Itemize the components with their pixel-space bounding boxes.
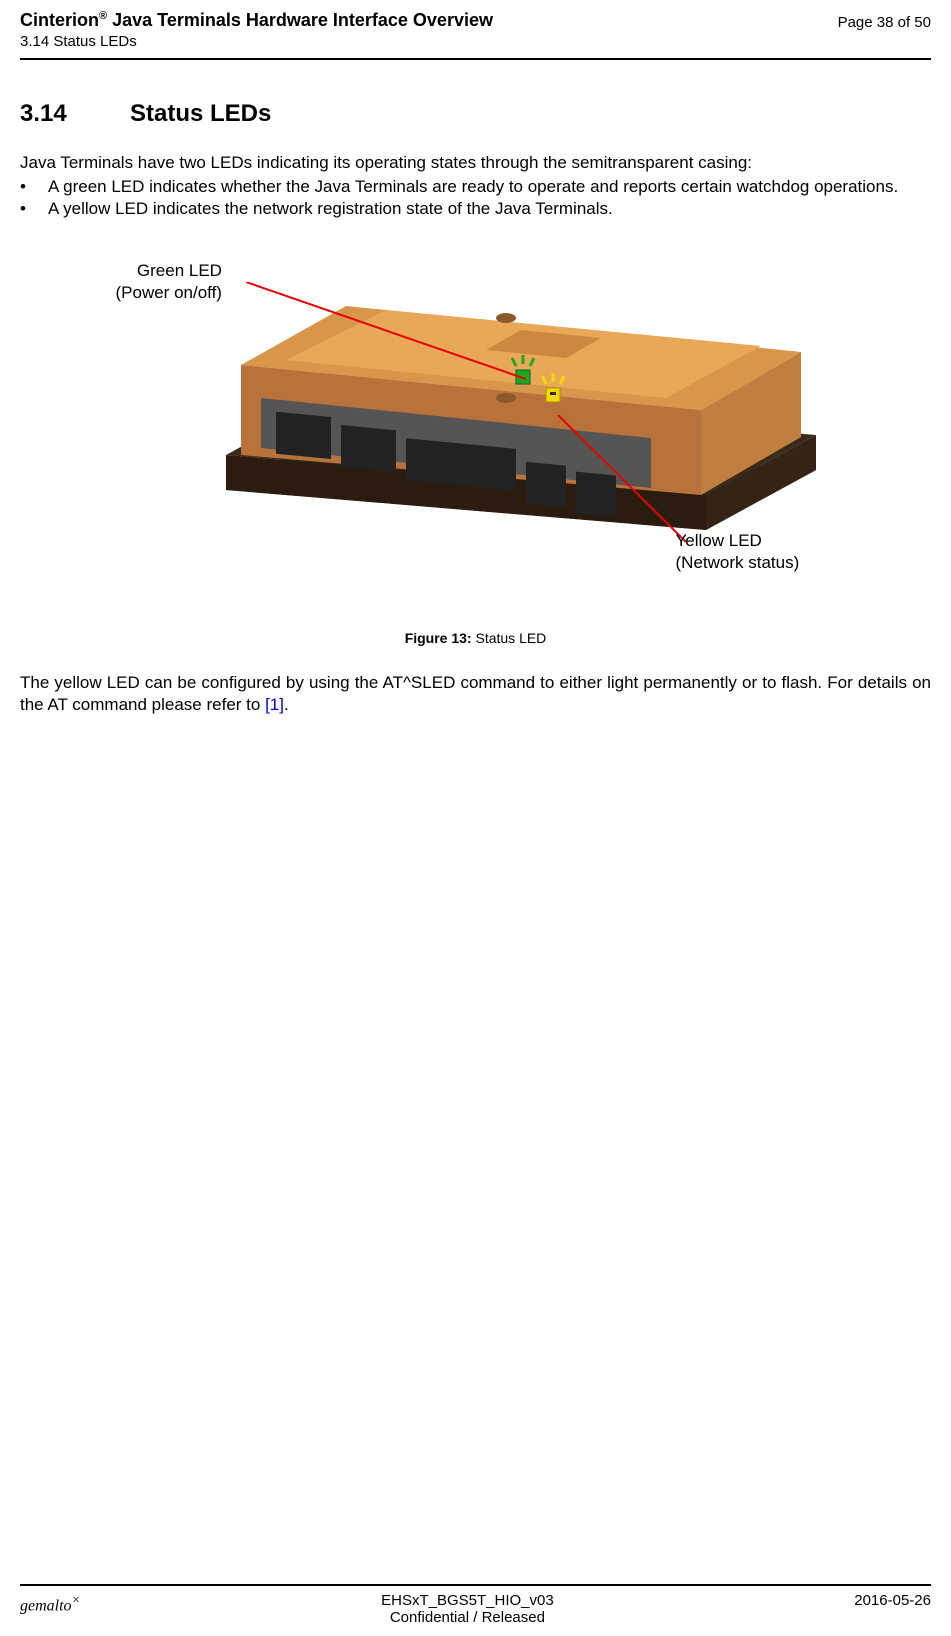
device-illustration bbox=[206, 270, 846, 550]
section-title: Status LEDs bbox=[130, 100, 271, 127]
title-sup: ® bbox=[99, 10, 107, 22]
para2-post: . bbox=[284, 695, 289, 714]
list-item: • A yellow LED indicates the network reg… bbox=[20, 198, 931, 220]
bullet-text: A yellow LED indicates the network regis… bbox=[48, 198, 613, 220]
figure-caption: Figure 13: Status LED bbox=[20, 630, 931, 646]
list-item: • A green LED indicates whether the Java… bbox=[20, 176, 931, 198]
footer-confidentiality: Confidential / Released bbox=[381, 1609, 554, 1626]
yellow-led-label-1: Yellow LED bbox=[676, 530, 800, 552]
footer-center: EHSxT_BGS5T_HIO_v03 Confidential / Relea… bbox=[381, 1592, 554, 1626]
figure-wrapper: Green LED (Power on/off) bbox=[76, 260, 876, 610]
footer-logo: gemalto× bbox=[20, 1592, 81, 1626]
intro-paragraph: Java Terminals have two LEDs indicating … bbox=[20, 152, 931, 174]
bullet-list: • A green LED indicates whether the Java… bbox=[20, 176, 931, 220]
paragraph-2: The yellow LED can be configured by usin… bbox=[20, 672, 931, 716]
footer-doc-id: EHSxT_BGS5T_HIO_v03 bbox=[381, 1592, 554, 1609]
bullet-text: A green LED indicates whether the Java T… bbox=[48, 176, 898, 198]
page-header: Cinterion® Java Terminals Hardware Inter… bbox=[0, 0, 951, 50]
document-title: Cinterion® Java Terminals Hardware Inter… bbox=[20, 10, 493, 31]
header-subtitle: 3.14 Status LEDs bbox=[20, 33, 493, 50]
footer-row: gemalto× EHSxT_BGS5T_HIO_v03 Confidentia… bbox=[20, 1592, 931, 1626]
reference-link[interactable]: [1] bbox=[265, 695, 284, 714]
footer-logo-text: gemalto bbox=[20, 1597, 72, 1614]
footer-date: 2016-05-26 bbox=[854, 1592, 931, 1626]
main-section: 3.14Status LEDs Java Terminals have two … bbox=[0, 60, 951, 716]
para2-pre: The yellow LED can be configured by usin… bbox=[20, 673, 931, 714]
title-suffix: Java Terminals Hardware Interface Overvi… bbox=[107, 10, 493, 30]
bullet-marker: • bbox=[20, 176, 48, 198]
figure-caption-label: Figure 13: bbox=[405, 630, 472, 646]
footer-logo-sup: × bbox=[72, 1592, 81, 1607]
figure-caption-text: Status LED bbox=[472, 630, 547, 646]
yellow-led-annotation: Yellow LED (Network status) bbox=[676, 530, 800, 574]
page-number: Page 38 of 50 bbox=[838, 10, 931, 50]
bullet-marker: • bbox=[20, 198, 48, 220]
title-prefix: Cinterion bbox=[20, 10, 99, 30]
footer-divider bbox=[20, 1584, 931, 1586]
page-footer: gemalto× EHSxT_BGS5T_HIO_v03 Confidentia… bbox=[0, 1584, 951, 1626]
section-number: 3.14 bbox=[20, 100, 130, 128]
yellow-led-label-2: (Network status) bbox=[676, 552, 800, 574]
header-left-block: Cinterion® Java Terminals Hardware Inter… bbox=[20, 10, 493, 50]
section-heading: 3.14Status LEDs bbox=[20, 100, 931, 128]
